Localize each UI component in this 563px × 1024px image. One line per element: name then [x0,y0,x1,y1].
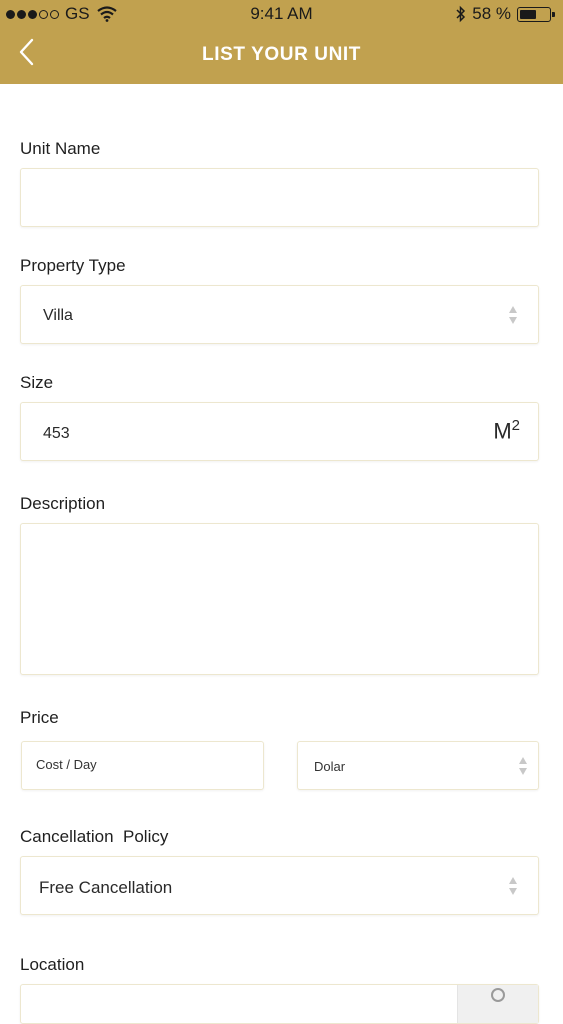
size-input[interactable]: 453 M2 [20,402,539,461]
property-type-label: Property Type [20,256,126,275]
size-value: 453 [43,425,70,442]
status-bar: GS 9:41 AM 58 % [0,0,563,28]
currency-select[interactable]: Dolar [297,741,539,790]
size-unit-base: M [493,418,512,444]
battery-percent: 58 % [472,4,511,23]
location-label: Location [20,955,85,974]
up-down-arrows-icon [519,757,527,775]
signal-strength-icon [6,9,59,19]
unit-name-label: Unit Name [20,139,101,158]
property-type-select[interactable]: Villa [20,285,539,344]
location-pin-button[interactable] [457,985,538,1023]
carrier-name: GS [65,4,90,23]
cost-per-day-input[interactable]: Cost / Day [21,741,264,790]
description-label: Description [20,494,106,513]
nav-bar: LIST YOUR UNIT [0,28,563,84]
description-textarea[interactable] [20,523,539,675]
location-pin-icon [491,988,505,1002]
battery-icon [517,6,555,22]
cancellation-policy-label: Cancellation Policy [20,827,169,846]
size-unit-exponent: 2 [511,417,520,434]
price-label: Price [20,708,59,727]
up-down-arrows-icon [509,877,517,895]
property-type-value: Villa [43,307,73,324]
wifi-icon [96,6,117,22]
size-label: Size [20,373,54,392]
unit-name-input[interactable] [20,168,539,227]
bluetooth-icon [456,5,466,23]
cancellation-policy-select[interactable]: Free Cancellation [20,856,539,915]
cancellation-policy-value: Free Cancellation [39,878,173,897]
battery-level [520,9,536,19]
cost-per-day-placeholder: Cost / Day [36,757,97,772]
page-title: LIST YOUR UNIT [202,44,361,65]
location-input[interactable] [20,984,539,1024]
currency-value: Dolar [314,759,346,774]
size-unit: M2 [493,417,520,444]
up-down-arrows-icon [509,306,517,324]
